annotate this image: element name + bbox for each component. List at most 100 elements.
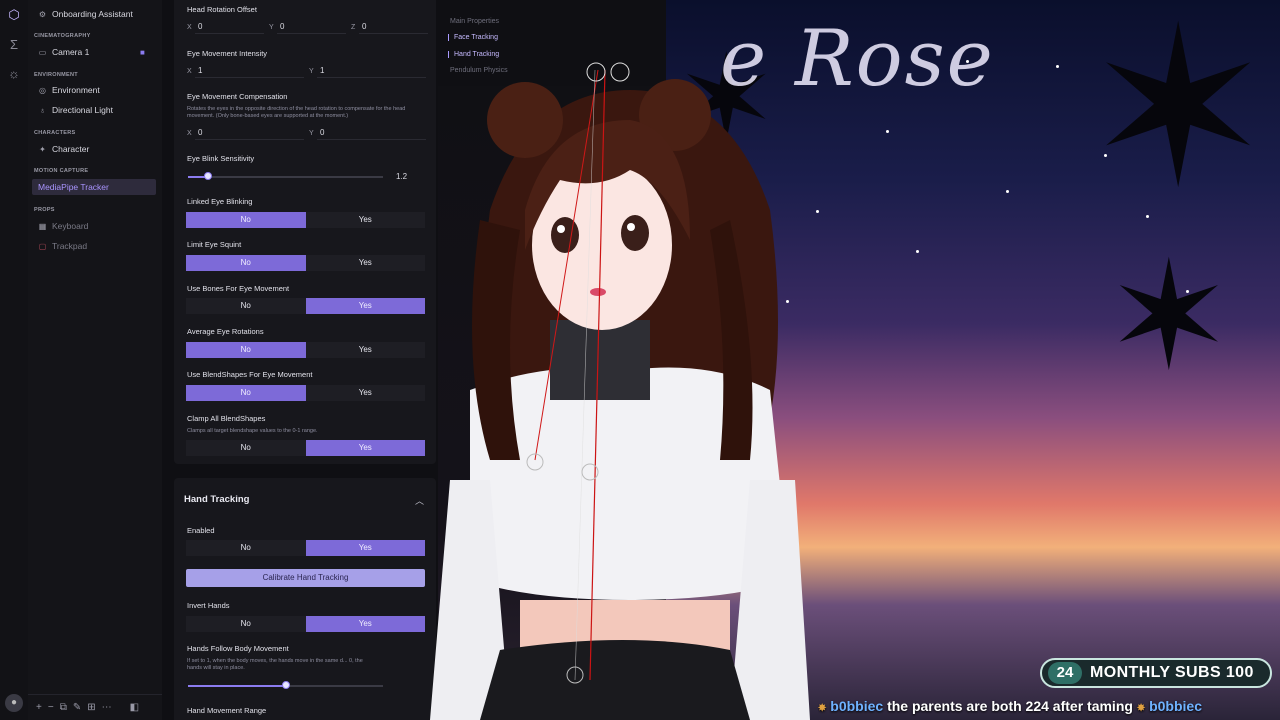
hands-follow-body-slider[interactable] bbox=[188, 681, 383, 689]
no-option[interactable]: No bbox=[186, 255, 306, 271]
sigma-icon[interactable]: Σ bbox=[6, 37, 22, 53]
hro-x-input[interactable]: 0 bbox=[195, 21, 264, 34]
no-option[interactable]: No bbox=[186, 212, 306, 228]
scene-tree-panel: ⚙ Onboarding Assistant CINEMATOGRAPHY ▭ … bbox=[28, 0, 163, 720]
lightbulb-icon[interactable]: ☼ bbox=[6, 66, 22, 82]
eye-blink-value[interactable]: 1.2 bbox=[396, 172, 407, 181]
palm-silhouette: ✶ bbox=[1106, 232, 1232, 400]
tree-item-character[interactable]: ✦ Character bbox=[38, 142, 89, 156]
globe-icon: ◎ bbox=[39, 85, 46, 95]
panel-toggle-icon[interactable]: ◧ bbox=[130, 702, 139, 713]
tree-item-camera[interactable]: ▭ Camera 1 ■ bbox=[38, 45, 145, 59]
hands-follow-slider-knob[interactable] bbox=[281, 681, 290, 689]
camera-icon: ▭ bbox=[38, 47, 47, 57]
use-bones-label: Use Bones For Eye Movement bbox=[187, 284, 290, 293]
duplicate-icon[interactable]: ⧉ bbox=[60, 702, 67, 713]
average-eye-rotations-toggle: No Yes bbox=[186, 342, 425, 358]
use-bones-toggle: No Yes bbox=[186, 298, 425, 314]
subs-count: 24 bbox=[1048, 662, 1082, 684]
tree-item-directional-light[interactable]: ♁ Directional Light bbox=[38, 103, 113, 117]
tree-item-keyboard[interactable]: ▦ Keyboard bbox=[38, 219, 89, 233]
limit-eye-squint-toggle: No Yes bbox=[186, 255, 425, 271]
hands-follow-body-desc: If set to 1, when the body moves, the ha… bbox=[187, 658, 363, 671]
enabled-toggle: No Yes bbox=[186, 540, 425, 556]
add-icon[interactable]: + bbox=[36, 702, 42, 713]
person-icon: ✦ bbox=[39, 144, 46, 154]
category-motion-capture: MOTION CAPTURE bbox=[34, 168, 89, 174]
use-blendshapes-label: Use BlendShapes For Eye Movement bbox=[187, 370, 313, 379]
more-icon[interactable]: ⋯ bbox=[102, 702, 112, 713]
no-option[interactable]: No bbox=[186, 616, 306, 632]
tree-item-environment[interactable]: ◎ Environment bbox=[38, 83, 100, 97]
eye-movement-compensation-fields: X0 Y0 bbox=[187, 127, 431, 140]
ticker-message: the parents are both 224 after taming bbox=[883, 698, 1137, 714]
video-icon[interactable]: ■ bbox=[140, 48, 145, 57]
average-eye-rotations-label: Average Eye Rotations bbox=[187, 327, 264, 336]
edit-icon[interactable]: ✎ bbox=[73, 702, 81, 713]
emi-x-input[interactable]: 1 bbox=[195, 65, 304, 78]
no-option[interactable]: No bbox=[186, 440, 306, 456]
hand-tracking-title: Hand Tracking bbox=[184, 494, 250, 505]
nav-hand-tracking[interactable]: Hand Tracking bbox=[448, 51, 499, 58]
clamp-blendshapes-label: Clamp All BlendShapes bbox=[187, 414, 266, 423]
no-option[interactable]: No bbox=[186, 385, 306, 401]
tree-item-label: MediaPipe Tracker bbox=[38, 182, 109, 192]
limit-eye-squint-label: Limit Eye Squint bbox=[187, 240, 242, 249]
hand-tracking-card: Hand Tracking ︿ Enabled No Yes Calibrate… bbox=[174, 478, 436, 720]
calibrate-hand-tracking-button[interactable]: Calibrate Hand Tracking bbox=[186, 569, 425, 587]
tree-item-label: Onboarding Assistant bbox=[52, 9, 133, 19]
invert-hands-label: Invert Hands bbox=[187, 601, 230, 610]
tree-item-onboarding[interactable]: ⚙ Onboarding Assistant bbox=[38, 7, 133, 21]
eye-movement-intensity-label: Eye Movement Intensity bbox=[187, 49, 268, 58]
hro-z-input[interactable]: 0 bbox=[359, 21, 428, 34]
tree-item-label: Trackpad bbox=[52, 241, 88, 251]
chevron-up-icon[interactable]: ︿ bbox=[415, 494, 424, 507]
monthly-subs-widget: 24 MONTHLY SUBS 100 bbox=[1040, 658, 1272, 688]
yes-option[interactable]: Yes bbox=[305, 342, 425, 358]
invert-hands-toggle: No Yes bbox=[186, 616, 425, 632]
minus-icon[interactable]: − bbox=[48, 702, 54, 713]
hro-y-input[interactable]: 0 bbox=[277, 21, 346, 34]
tree-item-label: Character bbox=[52, 144, 90, 154]
emc-y-input[interactable]: 0 bbox=[317, 127, 426, 140]
face-tracking-card: Head Rotation Offset X0 Y0 Z0 Eye Moveme… bbox=[174, 0, 436, 464]
left-icon-rail: ⬡ Σ ☼ ● bbox=[0, 0, 29, 720]
gear-icon: ⚙ bbox=[38, 9, 47, 19]
cube-icon[interactable]: ⬡ bbox=[6, 7, 22, 23]
eye-movement-intensity-fields: X1 Y1 bbox=[187, 65, 431, 78]
no-option[interactable]: No bbox=[186, 540, 306, 556]
eye-blink-sensitivity-label: Eye Blink Sensitivity bbox=[187, 154, 255, 163]
user-avatar[interactable]: ● bbox=[5, 694, 23, 712]
nav-face-tracking[interactable]: Face Tracking bbox=[448, 34, 498, 41]
nav-main-properties[interactable]: Main Properties bbox=[450, 18, 499, 25]
trackpad-icon: ▢ bbox=[38, 241, 47, 251]
eye-blink-slider-knob[interactable] bbox=[203, 172, 212, 180]
yes-option[interactable]: Yes bbox=[305, 298, 425, 314]
hands-follow-body-label: Hands Follow Body Movement bbox=[187, 644, 289, 653]
no-option[interactable]: No bbox=[186, 342, 306, 358]
hands-follow-slider-fill bbox=[188, 685, 286, 687]
tree-item-label: Keyboard bbox=[52, 221, 89, 231]
emi-y-input[interactable]: 1 bbox=[317, 65, 426, 78]
emc-x-input[interactable]: 0 bbox=[195, 127, 304, 140]
properties-panel: Head Rotation Offset X0 Y0 Z0 Eye Moveme… bbox=[162, 0, 438, 720]
yes-option[interactable]: Yes bbox=[305, 385, 425, 401]
tree-item-trackpad[interactable]: ▢ Trackpad bbox=[38, 239, 87, 253]
tree-item-label: Directional Light bbox=[52, 105, 113, 115]
tree-item-mediapipe[interactable]: MediaPipe Tracker bbox=[32, 179, 156, 195]
eye-blink-slider[interactable] bbox=[188, 172, 383, 180]
yes-option[interactable]: Yes bbox=[305, 255, 425, 271]
yes-option[interactable]: Yes bbox=[305, 440, 425, 456]
yes-option[interactable]: Yes bbox=[305, 212, 425, 228]
no-option[interactable]: No bbox=[186, 298, 306, 314]
head-rotation-offset-label: Head Rotation Offset bbox=[187, 5, 257, 14]
vtuber-avatar[interactable] bbox=[430, 60, 830, 720]
yes-option[interactable]: Yes bbox=[305, 540, 425, 556]
hand-movement-range-label: Hand Movement Range bbox=[187, 706, 267, 715]
star-icon: ✸ bbox=[818, 703, 827, 714]
yes-option[interactable]: Yes bbox=[305, 616, 425, 632]
grid-icon[interactable]: ⊞ bbox=[87, 702, 95, 713]
eye-movement-compensation-desc: Rotates the eyes in the opposite directi… bbox=[187, 106, 406, 119]
category-props: PROPS bbox=[34, 207, 55, 213]
tree-item-label: Environment bbox=[52, 85, 100, 95]
